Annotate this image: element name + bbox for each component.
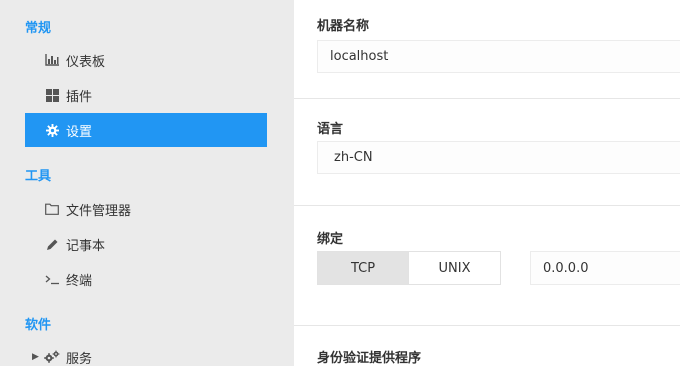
sidebar-item-settings[interactable]: 设置: [25, 113, 267, 147]
sidebar-item-services[interactable]: ▶ 服务: [25, 340, 267, 374]
settings-panel: 机器名称 语言 绑定 TCP UNIX 身份验证提供程序: [294, 0, 680, 366]
sidebar-item-plugins[interactable]: 插件: [25, 78, 267, 112]
bar-chart-icon: [44, 52, 60, 68]
gear-icon: [44, 122, 60, 138]
section-tools: 工具: [25, 169, 52, 184]
sidebar-item-file-manager[interactable]: 文件管理器: [25, 192, 267, 226]
folder-icon: [44, 201, 60, 217]
sidebar-item-label: 终端: [66, 273, 93, 289]
sidebar-item-label: 记事本: [66, 238, 106, 254]
sidebar-item-label: 插件: [66, 89, 93, 105]
auth-provider-label: 身份验证提供程序: [317, 351, 422, 366]
grid-icon: [44, 87, 60, 103]
terminal-icon: [44, 271, 60, 287]
cogs-icon: [44, 349, 60, 365]
section-software: 软件: [25, 318, 52, 333]
divider: [294, 98, 680, 99]
sidebar: 常规 仪表板 插件 设置 工具 文件管理器 记事本 终端 软件 ▶ 服务: [0, 0, 294, 367]
bind-option-tcp[interactable]: TCP: [317, 251, 409, 285]
sidebar-item-notepad[interactable]: 记事本: [25, 227, 267, 261]
language-label: 语言: [317, 122, 344, 137]
machine-name-label: 机器名称: [317, 19, 370, 34]
sidebar-item-label: 仪表板: [66, 54, 106, 70]
pencil-icon: [44, 236, 60, 252]
bind-label: 绑定: [317, 232, 344, 247]
language-select[interactable]: [317, 141, 680, 174]
sidebar-item-label: 服务: [66, 351, 93, 367]
bind-address-input[interactable]: [530, 251, 680, 285]
caret-right-icon[interactable]: ▶: [32, 352, 39, 362]
divider: [294, 325, 680, 326]
divider: [294, 205, 680, 206]
sidebar-item-dashboard[interactable]: 仪表板: [25, 43, 267, 77]
bind-option-unix[interactable]: UNIX: [408, 251, 501, 285]
sidebar-item-label: 文件管理器: [66, 203, 132, 219]
sidebar-item-terminal[interactable]: 终端: [25, 262, 267, 296]
machine-name-input[interactable]: [317, 40, 680, 73]
sidebar-item-label: 设置: [66, 124, 93, 140]
section-general: 常规: [25, 21, 52, 36]
